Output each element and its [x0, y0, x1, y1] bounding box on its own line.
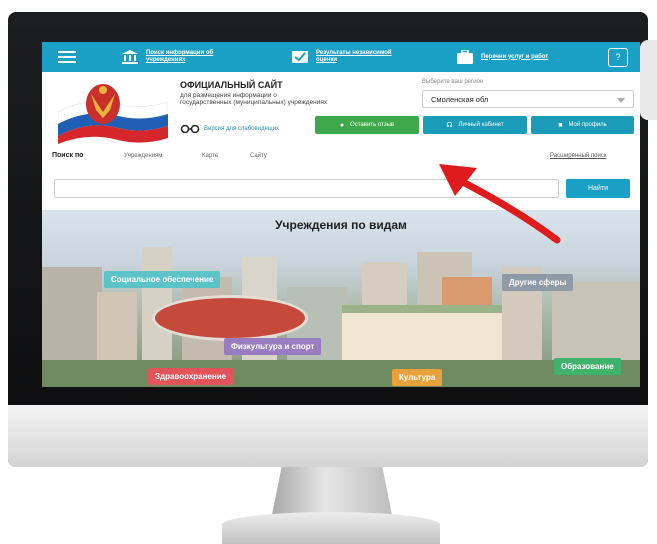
- nav-item-label: Результаты независимой оценки: [316, 50, 392, 63]
- stadium: [152, 295, 308, 341]
- monitor-base: [222, 512, 440, 544]
- nav-item-label: Перечни услуг и работ: [481, 53, 549, 60]
- feedback-button[interactable]: ● Оставить отзыв: [315, 116, 419, 134]
- profile-button[interactable]: ■ Мой профиль: [531, 116, 634, 134]
- region-caption: Выберите ваш регион: [422, 79, 484, 85]
- advanced-search-link[interactable]: Расширенный поиск: [550, 153, 607, 159]
- search-button[interactable]: Найти: [566, 179, 630, 198]
- briefcase-icon: [457, 50, 473, 64]
- search-tab-institutions[interactable]: Учреждениям: [124, 153, 162, 159]
- category-health[interactable]: Здравоохранение: [148, 368, 234, 385]
- checkmark-icon: [292, 50, 308, 64]
- accessibility-label: Версия для слабовидящих: [204, 126, 280, 132]
- russian-flag-emblem: [57, 82, 169, 144]
- annotation-arrow-icon: [439, 164, 561, 244]
- menu-icon[interactable]: [58, 51, 76, 63]
- nav-item-evaluation[interactable]: Результаты независимой оценки: [292, 42, 396, 72]
- headset-icon: ☊: [446, 122, 453, 129]
- feedback-label: Оставить отзыв: [350, 122, 395, 128]
- search-tab-site[interactable]: Сайту: [250, 153, 267, 159]
- region-select[interactable]: Смоленская обл: [422, 90, 634, 108]
- site-subtitle: для размещения информации о государствен…: [180, 92, 328, 106]
- glasses-icon: [180, 125, 200, 133]
- category-social[interactable]: Социальное обеспечение: [104, 271, 221, 288]
- website-screen: Поиск информации об учреждениях Результа…: [42, 42, 640, 387]
- category-culture[interactable]: Культура: [392, 369, 443, 386]
- nav-item-services[interactable]: Перечни услуг и работ: [457, 42, 561, 72]
- cabinet-label: Личный кабинет: [458, 122, 504, 128]
- category-education[interactable]: Образование: [554, 358, 621, 375]
- category-other[interactable]: Другие сферы: [502, 274, 574, 291]
- search-tab-map[interactable]: Карте: [202, 153, 218, 159]
- nav-item-label: Поиск информации об учреждениях: [146, 50, 214, 63]
- chat-icon: ●: [339, 121, 345, 129]
- site-title: ОФИЦИАЛЬНЫЙ САЙТ: [180, 80, 283, 90]
- user-icon: ■: [558, 121, 563, 129]
- top-nav-bar: Поиск информации об учреждениях Результа…: [42, 42, 640, 72]
- search-by-label: Поиск по: [52, 152, 84, 159]
- category-sports[interactable]: Физкультура и спорт: [224, 338, 322, 355]
- monitor-stand: [272, 467, 392, 515]
- building-icon: [122, 50, 138, 64]
- monitor-chin: [8, 405, 648, 467]
- help-button[interactable]: ?: [608, 48, 628, 67]
- accessibility-link[interactable]: Версия для слабовидящих: [180, 125, 279, 133]
- chevron-down-icon: [617, 98, 625, 103]
- cabinet-button[interactable]: ☊ Личный кабинет: [423, 116, 527, 134]
- nav-item-institutions[interactable]: Поиск информации об учреждениях: [122, 42, 226, 72]
- region-value: Смоленская обл: [431, 95, 489, 104]
- side-decoration: [640, 40, 657, 120]
- profile-label: Мой профиль: [568, 122, 607, 128]
